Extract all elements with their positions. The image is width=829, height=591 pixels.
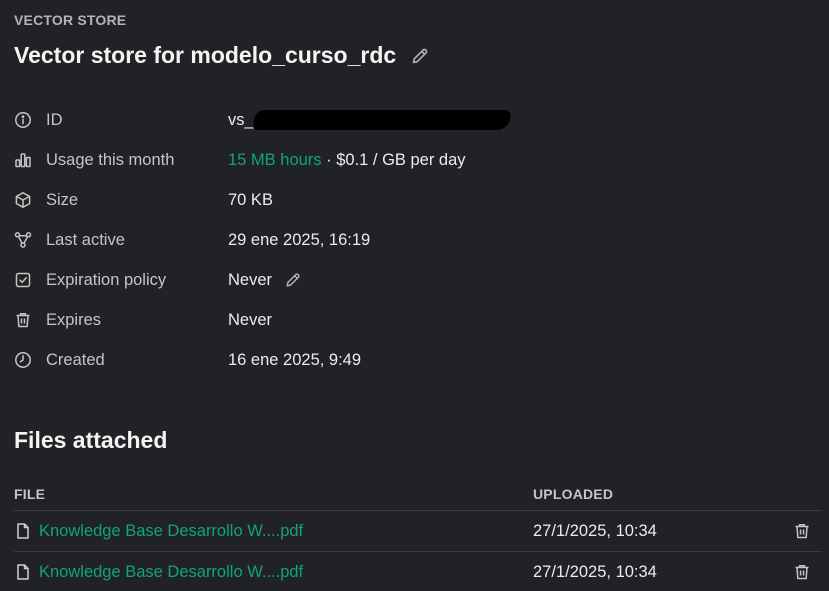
action-cell — [783, 522, 822, 540]
property-label: Expiration policy — [46, 270, 167, 289]
property-value-last-active: 29 ene 2025, 16:19 — [228, 230, 371, 249]
property-label: Created — [46, 350, 105, 369]
uploaded-cell: 27/1/2025, 10:34 — [533, 521, 657, 540]
column-header-file: FILE — [14, 486, 46, 502]
property-row-usage: Usage this month 15 MB hours · $0.1 / GB… — [14, 140, 794, 180]
files-section-title: Files attached — [14, 427, 168, 453]
trash-icon — [795, 565, 809, 580]
properties-list: ID vs_ Usage this month 15 MB hours · $0… — [14, 100, 794, 380]
title-row: Vector store for modelo_curso_rdc — [14, 42, 430, 69]
property-value-id: vs_ — [228, 110, 511, 130]
section-label: VECTOR STORE — [14, 12, 127, 28]
property-label: Expires — [46, 310, 102, 329]
property-value-usage: 15 MB hours · $0.1 / GB per day — [228, 151, 466, 170]
property-value-size: 70 KB — [228, 190, 273, 209]
id-prefix: vs_ — [228, 110, 254, 129]
property-row-size: Size 70 KB — [14, 180, 794, 220]
usage-amount-link[interactable]: 15 MB hours — [228, 151, 322, 170]
property-label: Usage this month — [46, 150, 175, 169]
bar-chart-icon — [14, 151, 32, 169]
trash-icon — [14, 311, 32, 329]
property-row-expires: Expires Never — [14, 300, 794, 340]
property-row-created: Created 16 ene 2025, 9:49 — [14, 340, 794, 380]
redaction-mark — [252, 110, 511, 130]
delete-file-button[interactable] — [793, 563, 811, 581]
property-value-expiration-policy: Never — [228, 271, 302, 290]
file-cell: Knowledge Base Desarrollo W....pdf — [14, 522, 533, 541]
property-value-created: 16 ene 2025, 9:49 — [228, 350, 362, 369]
page-title: Vector store for modelo_curso_rdc — [14, 42, 397, 68]
file-cell: Knowledge Base Desarrollo W....pdf — [14, 563, 533, 582]
property-value-expires: Never — [228, 310, 273, 329]
uploaded-cell: 27/1/2025, 10:34 — [533, 562, 657, 581]
expiration-policy-value: Never — [228, 270, 273, 289]
file-name-link[interactable]: Knowledge Base Desarrollo W....pdf — [39, 522, 303, 541]
files-table: FILE UPLOADED Knowledge Base Desarrollo … — [14, 478, 822, 591]
column-header-uploaded: UPLOADED — [533, 486, 614, 502]
edit-expiration-button[interactable] — [284, 271, 302, 289]
property-label: ID — [46, 110, 63, 129]
document-icon — [14, 522, 32, 540]
cube-icon — [14, 191, 32, 209]
pencil-icon — [412, 48, 428, 63]
action-cell — [783, 563, 822, 581]
nodes-icon — [14, 231, 32, 249]
files-table-header: FILE UPLOADED — [14, 478, 822, 511]
vector-store-detail-page: VECTOR STORE Vector store for modelo_cur… — [0, 0, 829, 591]
table-row: Knowledge Base Desarrollo W....pdf 27/1/… — [14, 552, 822, 591]
property-row-expiration-policy: Expiration policy Never — [14, 260, 794, 300]
property-row-id: ID vs_ — [14, 100, 794, 140]
info-icon — [14, 111, 32, 129]
usage-price: · $0.1 / GB per day — [321, 150, 466, 169]
delete-file-button[interactable] — [793, 522, 811, 540]
file-name-link[interactable]: Knowledge Base Desarrollo W....pdf — [39, 563, 303, 582]
property-label: Size — [46, 190, 79, 209]
property-label: Last active — [46, 230, 125, 249]
table-row: Knowledge Base Desarrollo W....pdf 27/1/… — [14, 511, 822, 552]
edit-name-button[interactable] — [410, 46, 430, 66]
clock-icon — [14, 351, 32, 369]
pencil-icon — [286, 273, 300, 287]
calendar-check-icon — [14, 271, 32, 289]
trash-icon — [795, 524, 809, 539]
property-row-last-active: Last active 29 ene 2025, 16:19 — [14, 220, 794, 260]
document-icon — [14, 563, 32, 581]
